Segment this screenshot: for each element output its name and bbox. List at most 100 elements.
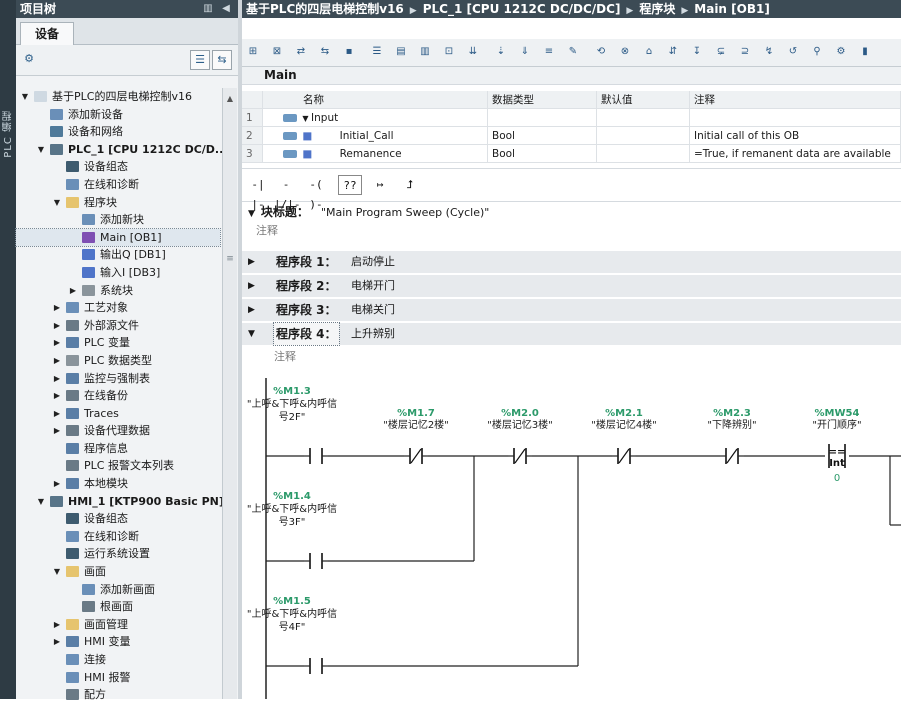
more-icon[interactable]: ▮ (856, 44, 874, 60)
tree-item[interactable]: ▼ PLC_1 [CPU 1212C DC/D... (16, 141, 228, 159)
insert-row-icon[interactable]: ⇄ (292, 44, 310, 60)
expand-icon[interactable]: ▶ (52, 475, 62, 493)
no-contact-button[interactable]: -| |- (246, 175, 270, 211)
breadcrumb-item-plc[interactable]: PLC_1 [CPU 1212C DC/DC/DC] (423, 2, 621, 16)
network-comment[interactable]: 注释 (242, 349, 901, 365)
network-4[interactable]: ▼ 程序段 4： 上升辨别 (242, 322, 901, 346)
tree-item[interactable]: 在线和诊断 (16, 176, 220, 194)
collapse-icon[interactable]: ▼ (248, 323, 255, 345)
block-title-row[interactable]: ▼ 块标题： "Main Program Sweep (Cycle)" (242, 201, 901, 223)
row-default[interactable] (596, 126, 690, 145)
network-title[interactable]: 上升辨别 (351, 323, 395, 345)
tree-item[interactable]: HMI 报警 (16, 669, 220, 687)
collapse-icon[interactable]: ⇣ (492, 44, 510, 60)
expand-icon[interactable]: ▼ (302, 114, 311, 123)
add-device-icon[interactable]: ⇆ (212, 50, 232, 70)
row-type[interactable]: Bool (487, 144, 597, 163)
expand-icon[interactable]: ▶ (52, 633, 62, 651)
expand-icon[interactable]: ▶ (248, 275, 255, 297)
tree-item[interactable]: 连接 (16, 651, 220, 669)
collapse-icon[interactable]: ▼ (36, 141, 46, 159)
row-comment[interactable]: Initial call of this OB (689, 126, 901, 145)
tree-item[interactable]: ▼ 程序块 (16, 194, 220, 212)
coil-button[interactable]: -( )- (304, 175, 328, 211)
tree-item[interactable]: ▶ Traces (16, 405, 220, 423)
row-type[interactable] (487, 108, 597, 127)
breadcrumb-item-project[interactable]: 基于PLC的四层电梯控制v16 (246, 2, 404, 16)
row-comment[interactable]: =True, if remanent data are available (689, 144, 901, 163)
block-comment[interactable]: 注释 (242, 223, 901, 239)
tree-item[interactable]: ▶ 设备代理数据 (16, 422, 220, 440)
plc-programming-rail[interactable]: PLC 编程 (0, 0, 16, 699)
delete-network-icon[interactable]: ⊠ (268, 44, 286, 60)
monitor-icon[interactable]: ⊊ (712, 44, 730, 60)
row-comment[interactable] (689, 108, 901, 127)
table-row[interactable]: 1 ▼ Input (242, 108, 901, 127)
tree-item[interactable]: PLC 报警文本列表 (16, 457, 220, 475)
network-1[interactable]: ▶ 程序段 1： 启动停止 (242, 251, 901, 273)
expand-icon[interactable]: ▶ (68, 282, 78, 300)
compare-icon[interactable]: ⊇ (736, 44, 754, 60)
block-title-value[interactable]: "Main Program Sweep (Cycle)" (321, 206, 489, 219)
tree-item[interactable]: ▶ 本地模块 (16, 475, 220, 493)
collapse-panel-icon[interactable]: ◀ (220, 2, 232, 15)
panel-toggle-icon[interactable]: ▥ (202, 2, 214, 15)
expand-icon[interactable]: ▶ (248, 251, 255, 273)
tree-item[interactable]: 输入I [DB3] (16, 264, 220, 282)
tree-item[interactable]: 设备和网络 (16, 123, 220, 141)
tree-item[interactable]: 运行系统设置 (16, 545, 220, 563)
expand-icon[interactable]: ▶ (52, 334, 62, 352)
tree-item[interactable]: ▼ HMI_1 [KTP900 Basic PN] (16, 493, 224, 511)
collapse-icon[interactable]: ▼ (248, 209, 255, 219)
align-icon[interactable]: ≡ (540, 44, 558, 60)
tree-item[interactable]: 设备组态 (16, 158, 220, 176)
insert-network-icon[interactable]: ⊞ (244, 44, 262, 60)
flash-icon[interactable]: ↯ (760, 44, 778, 60)
row-default[interactable] (596, 108, 690, 127)
interface-name-cell[interactable]: ▼ Input (262, 108, 488, 127)
list-view-icon[interactable]: ☰ (190, 50, 210, 70)
interface-name-cell[interactable]: ■ Initial_Call (262, 126, 488, 145)
tree-item[interactable]: ▶ 在线备份 (16, 387, 220, 405)
expand-icon[interactable]: ▶ (52, 616, 62, 634)
scroll-grip-icon[interactable]: ≡ (225, 254, 235, 264)
expand-icon[interactable]: ▶ (52, 405, 62, 423)
collapse-icon[interactable]: ▼ (36, 493, 46, 511)
tree-scrollbar[interactable]: ▲ ≡ (222, 88, 237, 699)
expand-icon[interactable]: ▶ (248, 299, 255, 321)
tree-item[interactable]: 添加新设备 (16, 106, 220, 124)
tree-item[interactable]: 设备组态 (16, 510, 220, 528)
expand-icon[interactable]: ▶ (52, 317, 62, 335)
tab-devices[interactable]: 设备 (20, 22, 74, 45)
error-icon[interactable]: ⊗ (616, 44, 634, 60)
tree-item[interactable]: ▶ 系统块 (16, 282, 220, 300)
network-title[interactable]: 电梯关门 (351, 299, 395, 321)
column-header-default[interactable]: 默认值 (596, 91, 690, 109)
tree-item[interactable]: 配方 (16, 686, 220, 704)
layout-alt-icon[interactable]: ▥ (416, 44, 434, 60)
tree-item[interactable]: 输出Q [DB1] (16, 246, 220, 264)
tree-item[interactable]: ▶ 外部源文件 (16, 317, 220, 335)
network-title[interactable]: 启动停止 (351, 251, 395, 273)
collapse-icon[interactable]: ▼ (52, 194, 62, 212)
tree-item[interactable]: ▶ 监控与强制表 (16, 370, 220, 388)
list-icon[interactable]: ☰ (368, 44, 386, 60)
gear-icon[interactable]: ⚙ (832, 44, 850, 60)
goto-icon[interactable]: ⇓ (516, 44, 534, 60)
close-branch-button[interactable]: ⮥ (398, 175, 422, 195)
refresh-icon[interactable]: ⟲ (592, 44, 610, 60)
row-default[interactable] (596, 144, 690, 163)
collapse-icon[interactable]: ▼ (52, 563, 62, 581)
breadcrumb-item-blocks[interactable]: 程序块 (639, 2, 675, 16)
row-type[interactable]: Bool (487, 126, 597, 145)
expand-icon[interactable]: ▶ (52, 352, 62, 370)
breadcrumb-item-main[interactable]: Main [OB1] (694, 2, 770, 16)
add-row-icon[interactable]: ⇆ (316, 44, 334, 60)
collapse-icon[interactable]: ▼ (20, 88, 30, 106)
tree-item[interactable]: 程序信息 (16, 440, 220, 458)
search-icon[interactable]: ⚲ (808, 44, 826, 60)
tree-item[interactable]: ▼ 画面 (16, 563, 220, 581)
tree-settings-icon[interactable]: ⚙ (20, 50, 38, 68)
nc-contact-button[interactable]: -|/|- (274, 175, 301, 211)
block-icon[interactable]: ▪ (340, 44, 358, 60)
